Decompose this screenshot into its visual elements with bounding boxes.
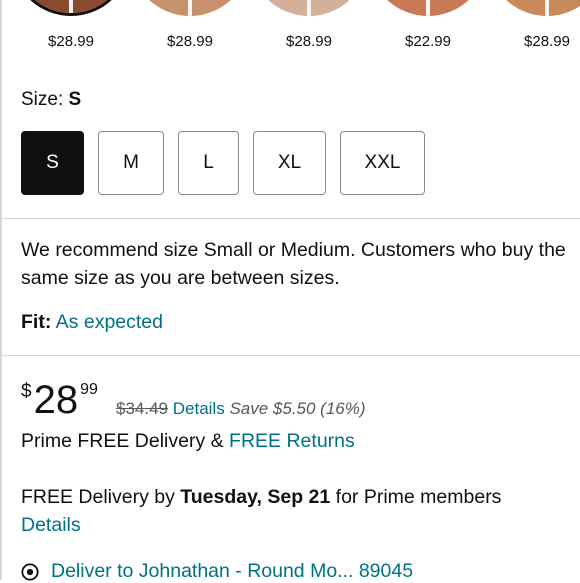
price-whole: 28 — [33, 378, 79, 422]
size-option-m[interactable]: M — [98, 131, 164, 195]
swatch-price: $22.99 — [405, 33, 451, 50]
swatch-detail — [545, 0, 549, 16]
swatch-detail — [69, 0, 73, 13]
left-edge-border — [0, 0, 2, 580]
price-currency: $ — [21, 381, 32, 402]
free-returns-link[interactable]: FREE Returns — [229, 430, 355, 452]
swatch-image — [487, 0, 580, 16]
price-fraction: 99 — [80, 381, 98, 398]
savings-text: Save $5.50 (16%) — [229, 399, 366, 418]
swatch-price: $28.99 — [524, 33, 570, 50]
size-heading: Size: S — [21, 89, 81, 111]
color-swatch-2[interactable] — [130, 0, 250, 16]
price-details-link[interactable]: Details — [173, 399, 225, 418]
fit-value-link[interactable]: As expected — [56, 311, 163, 333]
prime-delivery-line: Prime FREE Delivery & FREE Returns — [21, 430, 355, 453]
list-price: $34.49 — [116, 399, 168, 418]
color-swatch-5[interactable] — [487, 0, 580, 16]
delivery-details-link[interactable]: Details — [21, 514, 81, 536]
fit-label: Fit: — [21, 311, 52, 333]
size-option-xl[interactable]: XL — [253, 131, 326, 195]
size-option-s[interactable]: S — [21, 131, 84, 195]
color-swatch-3[interactable] — [249, 0, 369, 16]
size-option-xxl[interactable]: XXL — [340, 131, 425, 195]
swatch-detail — [307, 0, 311, 16]
swatch-price: $28.99 — [48, 33, 94, 50]
swatch-price: $28.99 — [167, 33, 213, 50]
delivery-prefix: FREE Delivery by — [21, 486, 175, 508]
selected-size-value: S — [68, 89, 82, 110]
color-swatch-row: $28.99 $28.99 $28.99 $22.99 $28.99 — [0, 0, 580, 60]
color-swatch-1[interactable] — [11, 0, 131, 16]
swatch-price: $28.99 — [286, 33, 332, 50]
delivery-details-line: Details — [21, 514, 81, 537]
price-display: $ 28 99 — [21, 377, 98, 423]
price-meta: $34.49 Details Save $5.50 (16%) — [116, 399, 366, 419]
section-divider — [0, 355, 580, 356]
section-divider — [0, 218, 580, 219]
swatch-detail — [426, 0, 430, 16]
swatch-detail — [188, 0, 192, 16]
color-swatch-4[interactable] — [368, 0, 488, 16]
size-recommendation: We recommend size Small or Medium. Custo… — [21, 239, 566, 289]
location-pin-icon — [21, 562, 39, 581]
size-option-l[interactable]: L — [178, 131, 239, 195]
delivery-date: Tuesday, Sep 21 — [180, 486, 331, 508]
delivery-date-line: FREE Delivery by Tuesday, Sep 21 for Pri… — [21, 486, 501, 509]
delivery-suffix: for Prime members — [335, 486, 502, 508]
fit-info: Fit: As expected — [21, 311, 163, 334]
prime-delivery-text: Prime FREE Delivery & — [21, 430, 224, 452]
size-label: Size: — [21, 89, 64, 110]
